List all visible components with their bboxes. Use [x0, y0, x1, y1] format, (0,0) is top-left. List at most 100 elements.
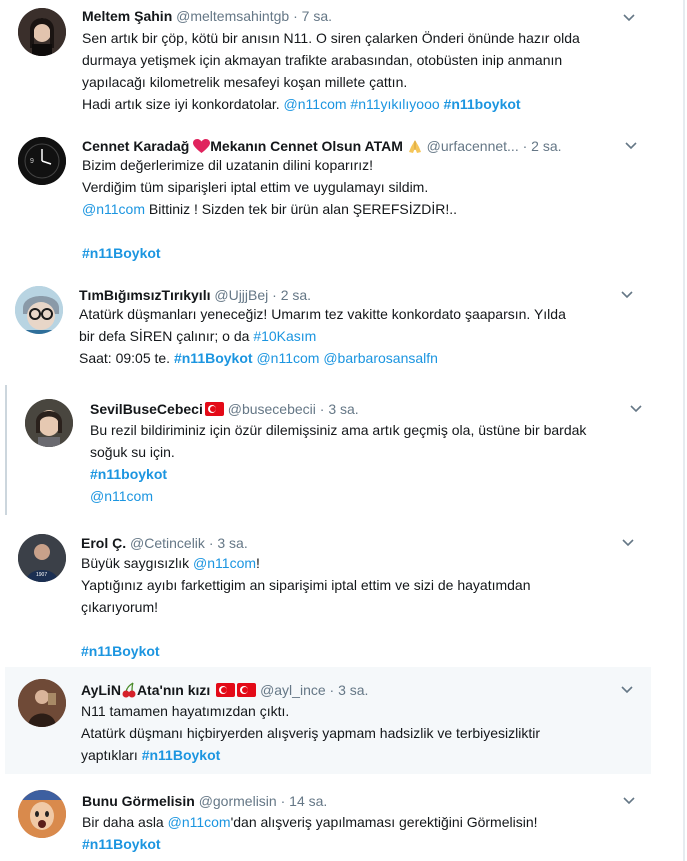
- tweet-1: Meltem Şahin @meltemsahintgb · 7 sa. Sen…: [0, 0, 687, 125]
- mention-link[interactable]: @n11com: [168, 814, 231, 830]
- svg-text:1907: 1907: [36, 572, 47, 578]
- timestamp[interactable]: 3 sa.: [338, 682, 368, 698]
- handle[interactable]: @UjjjBej: [214, 287, 268, 303]
- handle[interactable]: @meltemsahintgb: [176, 8, 289, 24]
- tweet-header: Cennet Karadağ Mekanın Cennet Olsun ATAM…: [82, 137, 562, 155]
- tweet-3: TımBığımsızTırıkyılı @UjjjBej · 2 sa. At…: [0, 273, 687, 385]
- hashtag-link[interactable]: #n11Boykot: [174, 350, 253, 366]
- avatar[interactable]: [18, 8, 66, 56]
- avatar[interactable]: [15, 286, 63, 334]
- display-name-text: Ata'nın kızı: [136, 682, 211, 698]
- text-segment: yaptıkları: [81, 747, 138, 763]
- separator: ·: [329, 682, 335, 698]
- handle[interactable]: @Cetincelik: [130, 535, 205, 551]
- praying-hands-icon: [408, 140, 421, 153]
- text-line: Bir daha asla @n11com'dan alışveriş yapı…: [82, 811, 662, 833]
- timestamp[interactable]: 3 sa.: [328, 401, 358, 417]
- display-name[interactable]: SevilBuseCebeci: [90, 401, 224, 417]
- hashtag-link[interactable]: #n11yıkılıyooo: [350, 96, 439, 112]
- avatar[interactable]: [18, 790, 66, 838]
- mention-link[interactable]: @n11com: [256, 350, 319, 366]
- hashtag-link[interactable]: #10Kasım: [253, 328, 316, 344]
- avatar[interactable]: 1907: [18, 534, 66, 582]
- chevron-down-icon[interactable]: [622, 539, 634, 547]
- text-line: yapılacağı kilometrelik mesafeyi koşan m…: [82, 74, 408, 90]
- hashtag-link[interactable]: #n11Boykot: [142, 747, 221, 763]
- display-name[interactable]: AyLiN Ata'nın kızı: [81, 682, 257, 698]
- text-line: durmaya yetişmek için akmayan trafikte a…: [82, 52, 563, 68]
- separator: ·: [522, 138, 528, 154]
- handle[interactable]: @urfacennet...: [427, 138, 519, 154]
- cherries-icon: [122, 682, 136, 698]
- tweet-text: Büyük saygısızlık @n11com! Yaptığınız ay…: [81, 552, 661, 662]
- text-line: yaptıkları #n11Boykot: [81, 744, 641, 766]
- chevron-down-icon[interactable]: [621, 686, 633, 694]
- chevron-down-icon[interactable]: [630, 405, 642, 413]
- handle[interactable]: @gormelisin: [199, 793, 277, 809]
- separator: ·: [208, 535, 214, 551]
- display-name[interactable]: Cennet Karadağ Mekanın Cennet Olsun ATAM: [82, 138, 423, 154]
- text-line: bir defa SİREN çalınır; o da #10Kasım: [79, 325, 669, 347]
- mention-link[interactable]: @n11com: [284, 96, 347, 112]
- display-name[interactable]: Erol Ç.: [81, 535, 126, 551]
- chevron-down-icon[interactable]: [623, 14, 635, 22]
- display-name-text: SevilBuseCebeci: [90, 401, 203, 417]
- avatar[interactable]: [18, 679, 66, 727]
- avatar[interactable]: [25, 399, 73, 447]
- mention-link[interactable]: @n11com: [90, 488, 153, 504]
- hashtag-link[interactable]: #n11boykot: [444, 96, 521, 112]
- timestamp[interactable]: 3 sa.: [217, 535, 247, 551]
- tweet-4: SevilBuseCebeci @busecebecii · 3 sa. Bu …: [0, 385, 687, 515]
- tweet-header: TımBığımsızTırıkyılı @UjjjBej · 2 sa.: [79, 286, 311, 304]
- tweet-text: N11 tamamen hayatımızdan çıktı. Atatürk …: [81, 700, 641, 766]
- handle[interactable]: @busecebecii: [228, 401, 316, 417]
- tweet-header: SevilBuseCebeci @busecebecii · 3 sa.: [90, 400, 359, 418]
- text-segment: !: [256, 555, 260, 571]
- timestamp[interactable]: 2 sa.: [281, 287, 311, 303]
- turkey-flag-icon: [237, 683, 257, 697]
- text-line: çıkarıyorum!: [81, 599, 159, 615]
- tweet-2: 9 Cennet Karadağ Mekanın Cennet Olsun AT…: [0, 125, 687, 273]
- mention-link[interactable]: @n11com: [82, 201, 145, 217]
- scrollbar-track[interactable]: [683, 0, 685, 861]
- text-line: N11 tamamen hayatımızdan çıktı.: [81, 703, 290, 719]
- tweet-text: Bizim değerlerimize dil uzatanin dilini …: [82, 154, 662, 264]
- hashtag-link[interactable]: #n11boykot: [90, 466, 167, 482]
- tweet-text: Bu rezil bildiriminiz için özür dilemişs…: [90, 419, 660, 507]
- separator: ·: [293, 8, 298, 24]
- chevron-down-icon[interactable]: [623, 797, 635, 805]
- mention-link[interactable]: @n11com: [193, 555, 256, 571]
- text-line: Atatürk düşmanı hiçbiryerden alışveriş y…: [81, 725, 541, 741]
- mention-link[interactable]: @barbarosansalfn: [323, 350, 438, 366]
- hashtag-link[interactable]: #n11Boykot: [82, 836, 161, 852]
- display-name-text: Cennet Karadağ: [82, 138, 190, 154]
- text-segment: bir defa SİREN çalınır; o da: [79, 328, 250, 344]
- display-name-text: AyLiN: [81, 682, 121, 698]
- hashtag-link[interactable]: #n11Boykot: [81, 643, 160, 659]
- text-line: Verdiğim tüm siparişleri iptal ettim ve …: [82, 179, 429, 195]
- timestamp[interactable]: 14 sa.: [289, 793, 327, 809]
- avatar[interactable]: 9: [18, 137, 66, 185]
- chevron-down-icon[interactable]: [621, 291, 633, 299]
- display-name[interactable]: Meltem Şahin: [82, 8, 172, 24]
- display-name-text: Mekanın Cennet Olsun ATAM: [210, 138, 403, 154]
- display-name[interactable]: TımBığımsızTırıkyılı: [79, 287, 210, 303]
- timestamp[interactable]: 2 sa.: [531, 138, 561, 154]
- separator: ·: [280, 793, 286, 809]
- tweet-5: 1907 Erol Ç. @Cetincelik · 3 sa. Büyük s…: [0, 515, 687, 665]
- text-line: Büyük saygısızlık @n11com!: [81, 552, 661, 574]
- text-segment: Hadi artık size iyi konkordatolar.: [82, 96, 280, 112]
- text-line: Saat: 09:05 te. #n11Boykot @n11com @barb…: [79, 347, 669, 369]
- text-line: Bu rezil bildiriminiz için özür dilemişs…: [90, 422, 587, 438]
- chevron-down-icon[interactable]: [625, 142, 637, 150]
- handle[interactable]: @ayl_ince: [260, 682, 326, 698]
- tweet-text: Bir daha asla @n11com'dan alışveriş yapı…: [82, 811, 662, 855]
- tweet-6: AyLiN Ata'nın kızı @ayl_ince · 3 sa. N11 …: [5, 667, 651, 774]
- display-name[interactable]: Bunu Görmelisin: [82, 793, 195, 809]
- hashtag-link[interactable]: #n11Boykot: [82, 245, 161, 261]
- text-segment: 'dan alışveriş yapılmaması gerektiğini G…: [230, 814, 538, 830]
- conversation-border: [5, 385, 7, 515]
- tweet-header: Bunu Görmelisin @gormelisin · 14 sa.: [82, 792, 327, 810]
- turkey-flag-icon: [216, 683, 236, 697]
- timestamp[interactable]: 7 sa.: [302, 8, 332, 24]
